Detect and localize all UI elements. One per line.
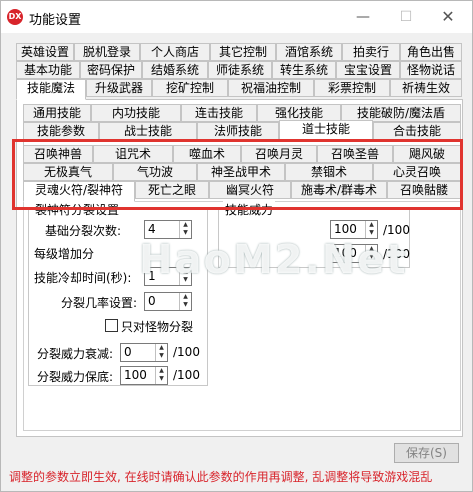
tab-summon-moon-spirit[interactable]: 召唤月灵 — [241, 145, 317, 163]
app-icon: DX — [7, 9, 23, 25]
tab-personal-shop[interactable]: 个人商店 — [140, 43, 210, 61]
floor-max: /100 — [173, 368, 200, 382]
floor-label: 分裂威力保底: — [37, 370, 114, 384]
tab-inner-skills[interactable]: 内功技能 — [91, 104, 181, 122]
per-level-label: 每级增加分 — [34, 247, 95, 261]
tab-character-sale[interactable]: 角色出售 — [400, 43, 462, 61]
tab-monster-speech[interactable]: 怪物说话 — [400, 61, 462, 79]
tab-curse[interactable]: 诅咒术 — [93, 145, 173, 163]
spin-arrows-icon[interactable]: ▲ ▼ — [179, 221, 191, 238]
tab-skill-magic[interactable]: 技能魔法 — [16, 79, 86, 100]
tab-lottery-control[interactable]: 彩票控制 — [314, 79, 390, 97]
decay-stepper[interactable]: 0 ▲ ▼ — [120, 343, 168, 362]
close-button[interactable]: ✕ — [431, 5, 465, 29]
tab-rebirth-system[interactable]: 转生系统 — [272, 61, 336, 79]
tab-password-protect[interactable]: 密码保护 — [80, 61, 142, 79]
base-split-value: 4 — [148, 222, 156, 236]
tab-bless-oil-control[interactable]: 祝福油控制 — [228, 79, 314, 97]
split-chance-label: 分裂几率设置: — [61, 296, 138, 310]
cooldown-label: 技能冷却时间(秒): — [34, 271, 132, 285]
tab-soul-summon[interactable]: 心灵召唤 — [373, 163, 461, 181]
tab-qigong-wave[interactable]: 气功波 — [113, 163, 197, 181]
tab-soul-fire-talisman[interactable]: 灵魂火符/裂神符 — [23, 181, 135, 202]
spin-arrows-icon[interactable]: ▲ ▼ — [155, 344, 167, 361]
tab-summon-beast[interactable]: 召唤神兽 — [23, 145, 93, 163]
minimize-button[interactable]: — — [346, 5, 380, 29]
floor-value: 100 — [124, 368, 147, 382]
tab-nether-fire[interactable]: 幽冥火符 — [209, 181, 291, 199]
skill-power-title: 技能威力 — [223, 201, 276, 218]
tab-summon-skeleton[interactable]: 召唤骷髅 — [387, 181, 461, 199]
footer-warning: 调整的参数立即生效, 在线时请确认此参数的作用再调整, 乱调整将导致游戏混乱 — [9, 470, 433, 484]
split-settings-title: 裂神符分裂设置 — [33, 201, 122, 218]
base-split-label: 基础分裂次数: — [45, 224, 122, 238]
monster-only-checkbox[interactable] — [105, 319, 118, 332]
tab-pet-settings[interactable]: 宝宝设置 — [336, 61, 400, 79]
power-value-1: 100 — [334, 222, 357, 236]
tab-upgrade-weapon[interactable]: 升级武器 — [86, 79, 152, 97]
tab-hero-settings[interactable]: 英雄设置 — [16, 43, 74, 61]
maximize-button[interactable]: ☐ — [389, 5, 423, 29]
tab-summon-holy-beast[interactable]: 召唤圣兽 — [317, 145, 393, 163]
split-chance-value: 0 — [148, 294, 156, 308]
tab-pray-effect[interactable]: 祈祷生效 — [390, 79, 462, 97]
tab-basic-functions[interactable]: 基本功能 — [16, 61, 80, 79]
tab-offline-login[interactable]: 脱机登录 — [74, 43, 140, 61]
monster-only-label: 只对怪物分裂 — [121, 320, 194, 334]
tab-holy-armor[interactable]: 神圣战甲术 — [197, 163, 285, 181]
title-bar: DX 功能设置 — ☐ ✕ — [1, 1, 472, 33]
power-max-1: /100 — [383, 223, 410, 237]
tab-warrior-skills[interactable]: 战士技能 — [99, 122, 197, 140]
decay-value: 0 — [124, 345, 132, 359]
tab-blood-bite[interactable]: 噬血术 — [173, 145, 241, 163]
tab-hurricane[interactable]: 飓风破 — [393, 145, 461, 163]
tab-imprison[interactable]: 禁锢术 — [285, 163, 373, 181]
window-title: 功能设置 — [29, 13, 82, 28]
tab-common-skills[interactable]: 通用技能 — [23, 104, 91, 122]
tab-other-control[interactable]: 其它控制 — [210, 43, 276, 61]
save-button[interactable]: 保存(S) — [394, 443, 459, 463]
tab-mining-control[interactable]: 挖矿控制 — [152, 79, 228, 97]
decay-label: 分裂威力衰减: — [37, 347, 114, 361]
tab-infinite-qi[interactable]: 无极真气 — [23, 163, 113, 181]
tab-mage-skills[interactable]: 法师技能 — [197, 122, 279, 140]
tab-tavern-system[interactable]: 酒馆系统 — [276, 43, 342, 61]
split-chance-stepper[interactable]: 0 ▲ ▼ — [144, 292, 192, 311]
tab-taoist-skills[interactable]: 道士技能 — [279, 120, 373, 140]
spin-arrows-icon[interactable]: ▲ ▼ — [179, 293, 191, 310]
spin-arrows-icon[interactable]: ▲ ▼ — [155, 367, 167, 384]
tab-marriage-system[interactable]: 结婚系统 — [142, 61, 208, 79]
tab-combo-skills[interactable]: 连击技能 — [181, 104, 257, 122]
tab-combined-skills[interactable]: 合击技能 — [373, 122, 461, 140]
tab-master-system[interactable]: 师徒系统 — [208, 61, 272, 79]
settings-window: DX 功能设置 — ☐ ✕ 英雄设置 脱机登录 个人商店 其它控制 酒馆系统 拍… — [0, 0, 473, 492]
tab-skill-params[interactable]: 技能参数 — [23, 122, 99, 140]
tab-poison[interactable]: 施毒术/群毒术 — [291, 181, 387, 199]
tab-auction[interactable]: 拍卖行 — [342, 43, 400, 61]
spin-arrows-icon[interactable]: ▲ ▼ — [365, 221, 377, 238]
watermark: HaoM2.Net — [139, 237, 408, 283]
decay-max: /100 — [173, 345, 200, 359]
tab-death-eye[interactable]: 死亡之眼 — [135, 181, 209, 199]
floor-stepper[interactable]: 100 ▲ ▼ — [120, 366, 168, 385]
